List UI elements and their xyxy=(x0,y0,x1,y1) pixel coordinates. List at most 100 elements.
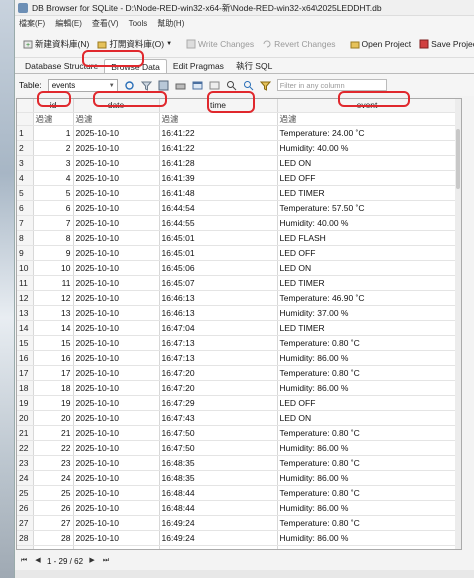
row-number[interactable]: 7 xyxy=(17,215,34,231)
cell-event[interactable]: LED ON xyxy=(277,410,458,426)
row-number[interactable]: 2 xyxy=(17,140,34,156)
clear-filters-icon[interactable] xyxy=(140,80,152,91)
table-select[interactable]: events ▼ xyxy=(47,78,118,92)
cell-time[interactable]: 16:47:04 xyxy=(159,320,278,336)
cell-event[interactable]: Humidity: 40.00 % xyxy=(277,215,458,231)
open-project-button[interactable]: Open Project xyxy=(346,34,416,54)
cell-id[interactable]: 23 xyxy=(33,455,74,471)
cell-event[interactable]: Temperature: 57.50 ˚C xyxy=(277,200,458,216)
table-row[interactable]: 21 21 2025-10-10 16:47:50 Temperature: 0.80 … xyxy=(17,425,458,441)
cell-id[interactable]: 11 xyxy=(33,275,74,291)
cell-id[interactable]: 16 xyxy=(33,350,74,366)
cell-id[interactable]: 25 xyxy=(33,485,74,501)
table-row[interactable]: 22 22 2025-10-10 16:47:50 Humidity: 86.00 % xyxy=(17,440,458,456)
delete-record-icon[interactable] xyxy=(209,80,220,91)
cell-time[interactable]: 16:41:28 xyxy=(159,155,278,171)
table-row[interactable]: 25 25 2025-10-10 16:48:44 Temperature: 0.80 … xyxy=(17,485,458,501)
cell-event[interactable]: Temperature: 0.80 ˚C xyxy=(277,485,458,501)
filter-event[interactable]: 過濾 xyxy=(277,112,458,126)
cell-time[interactable]: 16:47:29 xyxy=(159,395,278,411)
save-filter-icon[interactable] xyxy=(158,80,169,91)
row-number[interactable]: 6 xyxy=(17,200,34,216)
cell-time[interactable]: 16:49:24 xyxy=(159,530,278,546)
cell-id[interactable]: 22 xyxy=(33,440,74,456)
table-row[interactable]: 19 19 2025-10-10 16:47:29 LED OFF xyxy=(17,395,458,411)
cell-date[interactable]: 2025-10-10 xyxy=(73,425,160,441)
row-number[interactable]: 19 xyxy=(17,395,34,411)
cell-time[interactable]: 16:47:50 xyxy=(159,425,278,441)
table-row[interactable]: 29292025-10-1016:49:50LED OFF xyxy=(17,545,458,549)
cell-date[interactable]: 2025-10-10 xyxy=(73,410,160,426)
cell-id[interactable]: 1 xyxy=(33,125,74,141)
cell-time[interactable]: 16:48:44 xyxy=(159,485,278,501)
cell-time[interactable]: 16:47:43 xyxy=(159,410,278,426)
cell-id[interactable]: 21 xyxy=(33,425,74,441)
table-row[interactable]: 13 13 2025-10-10 16:46:13 Humidity: 37.00 % xyxy=(17,305,458,321)
cell-time[interactable]: 16:45:01 xyxy=(159,245,278,261)
table-row[interactable]: 14 14 2025-10-10 16:47:04 LED TIMER xyxy=(17,320,458,336)
cell-event[interactable]: Temperature: 0.80 ˚C xyxy=(277,335,458,351)
table-row[interactable]: 20 20 2025-10-10 16:47:43 LED ON xyxy=(17,410,458,426)
cell-date[interactable]: 2025-10-10 xyxy=(73,260,160,276)
table-row[interactable]: 10 10 2025-10-10 16:45:06 LED ON xyxy=(17,260,458,276)
row-number[interactable]: 16 xyxy=(17,350,34,366)
row-number[interactable]: 23 xyxy=(17,455,34,471)
cell-id[interactable]: 28 xyxy=(33,530,74,546)
cell-event[interactable]: LED OFF xyxy=(277,170,458,186)
column-header-time[interactable]: time xyxy=(159,99,278,113)
row-number[interactable]: 27 xyxy=(17,515,34,531)
column-header-event[interactable]: event xyxy=(277,99,458,113)
cell-date[interactable]: 2025-10-10 xyxy=(73,485,160,501)
cell-time[interactable]: 16:48:35 xyxy=(159,455,278,471)
cell-event[interactable]: Temperature: 0.80 ˚C xyxy=(277,425,458,441)
cell-event[interactable]: LED OFF xyxy=(277,245,458,261)
cell-time[interactable]: 16:46:13 xyxy=(159,290,278,306)
table-row[interactable]: 23 23 2025-10-10 16:48:35 Temperature: 0.80 … xyxy=(17,455,458,471)
table-row[interactable]: 8 8 2025-10-10 16:45:01 LED FLASH xyxy=(17,230,458,246)
first-page-icon[interactable]: ⏮ xyxy=(19,556,29,566)
cell-id[interactable]: 10 xyxy=(33,260,74,276)
print-icon[interactable] xyxy=(175,80,186,91)
row-number[interactable]: 22 xyxy=(17,440,34,456)
cell-time[interactable]: 16:45:07 xyxy=(159,275,278,291)
cell-event[interactable]: LED TIMER xyxy=(277,275,458,291)
cell-date[interactable]: 2025-10-10 xyxy=(73,245,160,261)
tab-database-structure[interactable]: Database Structure xyxy=(19,59,104,73)
cell-time[interactable]: 16:45:06 xyxy=(159,260,278,276)
table-row[interactable]: 12 12 2025-10-10 16:46:13 Temperature: 46.90… xyxy=(17,290,458,306)
next-page-icon[interactable]: ▶ xyxy=(87,556,97,566)
table-row[interactable]: 6 6 2025-10-10 16:44:54 Temperature: 57.50 ˚… xyxy=(17,200,458,216)
cell-id[interactable]: 29 xyxy=(33,545,74,549)
cell-date[interactable]: 2025-10-10 xyxy=(73,350,160,366)
menu-view[interactable]: 查看(V) xyxy=(92,18,119,29)
cell-event[interactable]: Humidity: 37.00 % xyxy=(277,305,458,321)
cell-event[interactable]: Temperature: 46.90 ˚C xyxy=(277,290,458,306)
cell-date[interactable]: 2025-10-10 xyxy=(73,185,160,201)
cell-date[interactable]: 2025-10-10 xyxy=(73,440,160,456)
table-row[interactable]: 5 5 2025-10-10 16:41:48 LED TIMER xyxy=(17,185,458,201)
cell-time[interactable]: 16:41:22 xyxy=(159,140,278,156)
last-page-icon[interactable]: ⏭ xyxy=(101,556,111,566)
cell-event[interactable]: Humidity: 86.00 % xyxy=(277,500,458,516)
row-number[interactable]: 11 xyxy=(17,275,34,291)
table-row[interactable]: 3 3 2025-10-10 16:41:28 LED ON xyxy=(17,155,458,171)
scrollbar-thumb[interactable] xyxy=(456,129,460,189)
cell-date[interactable]: 2025-10-10 xyxy=(73,140,160,156)
cell-event[interactable]: Humidity: 86.00 % xyxy=(277,440,458,456)
cell-time[interactable]: 16:45:01 xyxy=(159,230,278,246)
revert-changes-button[interactable]: Revert Changes xyxy=(258,34,339,54)
cell-event[interactable]: Temperature: 0.80 ˚C xyxy=(277,365,458,381)
open-database-button[interactable]: 打開資料庫(O) ▼ xyxy=(93,34,176,54)
cell-time[interactable]: 16:49:50 xyxy=(159,545,278,549)
chevron-down-icon[interactable]: ▼ xyxy=(166,41,172,47)
cell-time[interactable]: 16:44:54 xyxy=(159,200,278,216)
cell-event[interactable]: Temperature: 0.80 ˚C xyxy=(277,455,458,471)
cell-date[interactable]: 2025-10-10 xyxy=(73,155,160,171)
cell-id[interactable]: 9 xyxy=(33,245,74,261)
cell-date[interactable]: 2025-10-10 xyxy=(73,470,160,486)
cell-date[interactable]: 2025-10-10 xyxy=(73,170,160,186)
cell-event[interactable]: Humidity: 40.00 % xyxy=(277,140,458,156)
row-number[interactable]: 5 xyxy=(17,185,34,201)
row-number[interactable]: 4 xyxy=(17,170,34,186)
cell-event[interactable]: Temperature: 24.00 ˚C xyxy=(277,125,458,141)
